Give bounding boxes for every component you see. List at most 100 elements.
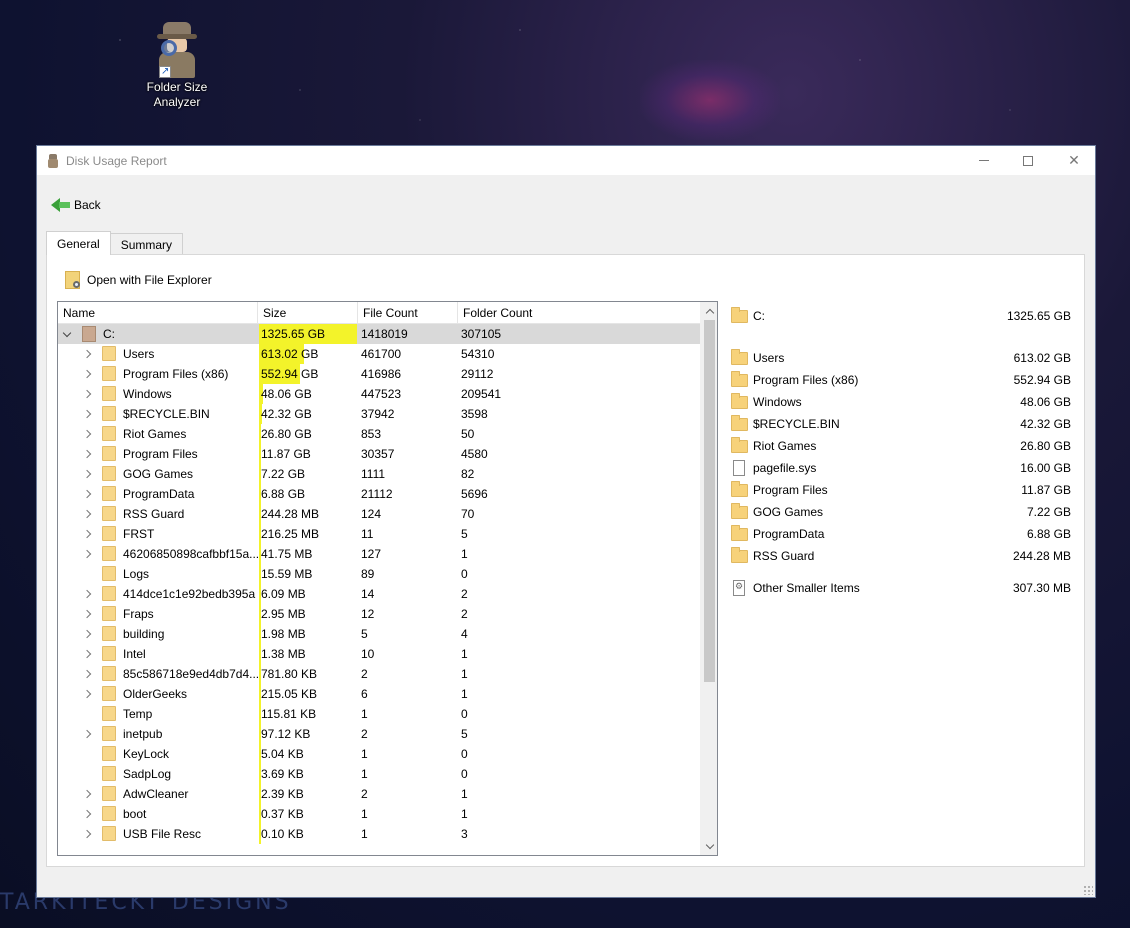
tree-cell-name: Riot Games — [58, 424, 258, 444]
chevron-right-icon[interactable] — [82, 724, 92, 744]
tree-row[interactable]: Users 613.02 GB 461700 54310 — [58, 344, 717, 364]
chevron-right-icon[interactable] — [82, 484, 92, 504]
summary-item[interactable]: Program Files 11.87 GB — [731, 479, 1071, 501]
chevron-right-icon[interactable] — [82, 544, 92, 564]
summary-item[interactable]: $RECYCLE.BIN 42.32 GB — [731, 413, 1071, 435]
minimize-button[interactable] — [961, 146, 1007, 175]
chevron-right-icon[interactable] — [82, 804, 92, 824]
tree-row[interactable]: 414dce1c1e92bedb395a 6.09 MB 14 2 — [58, 584, 717, 604]
title-bar[interactable]: Disk Usage Report ✕ — [37, 146, 1095, 175]
chevron-right-icon[interactable] — [82, 524, 92, 544]
summary-drive-row[interactable]: C: 1325.65 GB — [731, 305, 1071, 327]
chevron-right-icon[interactable] — [82, 604, 92, 624]
tree-cell-name: C: — [58, 324, 258, 344]
summary-list: C: 1325.65 GB Users 613.02 GB Program File… — [731, 305, 1071, 599]
chevron-right-icon[interactable] — [82, 504, 92, 524]
summary-item[interactable]: Riot Games 26.80 GB — [731, 435, 1071, 457]
tree-row[interactable]: OlderGeeks 215.05 KB 6 1 — [58, 684, 717, 704]
summary-item[interactable]: GOG Games 7.22 GB — [731, 501, 1071, 523]
tree-row[interactable]: Program Files (x86) 552.94 GB 416986 29112 — [58, 364, 717, 384]
scroll-down-button[interactable] — [701, 838, 717, 855]
folder-tree-view[interactable]: Name Size File Count Folder Count C: 1325… — [57, 301, 718, 856]
tree-row[interactable]: inetpub 97.12 KB 2 5 — [58, 724, 717, 744]
tree-row[interactable]: FRST 216.25 MB 11 5 — [58, 524, 717, 544]
maximize-button[interactable] — [1005, 146, 1051, 175]
close-button[interactable]: ✕ — [1051, 146, 1097, 175]
chevron-right-icon[interactable] — [82, 644, 92, 664]
folder-icon — [102, 646, 116, 661]
summary-item[interactable]: RSS Guard 244.28 MB — [731, 545, 1071, 567]
tree-item-folder-count: 1 — [461, 687, 468, 701]
tree-item-file-count: 11 — [361, 527, 374, 541]
column-header-file-count[interactable]: File Count — [358, 302, 458, 324]
chevron-right-icon[interactable] — [82, 344, 92, 364]
folder-icon — [731, 503, 748, 519]
tree-row[interactable]: AdwCleaner 2.39 KB 2 1 — [58, 784, 717, 804]
scroll-thumb[interactable] — [704, 320, 715, 682]
tree-item-folder-count: 54310 — [461, 347, 495, 361]
summary-item[interactable]: Program Files (x86) 552.94 GB — [731, 369, 1071, 391]
tree-row[interactable]: building 1.98 MB 5 4 — [58, 624, 717, 644]
detective-icon — [151, 22, 203, 79]
tree-item-file-count: 1 — [361, 807, 368, 821]
chevron-right-icon[interactable] — [82, 444, 92, 464]
summary-item[interactable]: Windows 48.06 GB — [731, 391, 1071, 413]
tree-row[interactable]: KeyLock 5.04 KB 1 0 — [58, 744, 717, 764]
scroll-up-button[interactable] — [701, 302, 717, 319]
chevron-right-icon[interactable] — [82, 424, 92, 444]
vertical-scrollbar[interactable] — [700, 302, 717, 855]
column-header-name[interactable]: Name — [58, 302, 258, 324]
tree-row[interactable]: Windows 48.06 GB 447523 209541 — [58, 384, 717, 404]
column-header-folder-count[interactable]: Folder Count — [458, 302, 703, 324]
tree-row[interactable]: RSS Guard 244.28 MB 124 70 — [58, 504, 717, 524]
chevron-right-icon[interactable] — [82, 364, 92, 384]
tree-row[interactable]: Logs 15.59 MB 89 0 — [58, 564, 717, 584]
chevron-right-icon[interactable] — [82, 624, 92, 644]
summary-item[interactable]: ProgramData 6.88 GB — [731, 523, 1071, 545]
tree-cell-size: 6.09 MB — [258, 584, 358, 604]
tree-row[interactable]: Riot Games 26.80 GB 853 50 — [58, 424, 717, 444]
tree-item-size: 42.32 GB — [261, 407, 312, 421]
tree-row[interactable]: SadpLog 3.69 KB 1 0 — [58, 764, 717, 784]
resize-grip[interactable] — [1083, 885, 1093, 895]
chevron-down-icon[interactable] — [62, 324, 72, 344]
folder-icon — [731, 415, 748, 431]
chevron-right-icon[interactable] — [82, 664, 92, 684]
chevron-right-icon[interactable] — [82, 584, 92, 604]
back-button[interactable]: Back — [51, 195, 101, 215]
tree-row[interactable]: ProgramData 6.88 GB 21112 5696 — [58, 484, 717, 504]
tree-row[interactable]: Fraps 2.95 MB 12 2 — [58, 604, 717, 624]
folder-icon — [102, 446, 116, 461]
chevron-right-icon[interactable] — [82, 684, 92, 704]
summary-other-row[interactable]: Other Smaller Items 307.30 MB — [731, 577, 1071, 599]
tree-row[interactable]: GOG Games 7.22 GB 1111 82 — [58, 464, 717, 484]
tree-row[interactable]: Program Files 11.87 GB 30357 4580 — [58, 444, 717, 464]
chevron-right-icon[interactable] — [82, 464, 92, 484]
summary-item[interactable]: Users 613.02 GB — [731, 347, 1071, 369]
tree-row[interactable]: Temp 115.81 KB 1 0 — [58, 704, 717, 724]
summary-item-size: 16.00 GB — [1020, 461, 1071, 475]
folder-icon — [102, 686, 116, 701]
chevron-right-icon[interactable] — [82, 824, 92, 844]
chevron-right-icon[interactable] — [82, 784, 92, 804]
tree-row[interactable]: 46206850898cafbbf15a... 41.75 MB 127 1 — [58, 544, 717, 564]
tree-row[interactable]: $RECYCLE.BIN 42.32 GB 37942 3598 — [58, 404, 717, 424]
summary-item[interactable]: pagefile.sys 16.00 GB — [731, 457, 1071, 479]
folder-icon — [731, 393, 748, 409]
chevron-right-icon[interactable] — [82, 404, 92, 424]
desktop-shortcut-folder-size-analyzer[interactable]: Folder Size Analyzer — [140, 22, 214, 110]
tree-item-size: 6.09 MB — [261, 587, 306, 601]
tab-summary[interactable]: Summary — [109, 233, 184, 255]
tree-cell-name: $RECYCLE.BIN — [58, 404, 258, 424]
tree-row[interactable]: C: 1325.65 GB 1418019 307105 — [58, 324, 717, 344]
column-header-size[interactable]: Size — [258, 302, 358, 324]
tree-row[interactable]: Intel 1.38 MB 10 1 — [58, 644, 717, 664]
tree-row[interactable]: 85c586718e9ed4db7d4... 781.80 KB 2 1 — [58, 664, 717, 684]
tree-row[interactable]: boot 0.37 KB 1 1 — [58, 804, 717, 824]
tab-general[interactable]: General — [46, 231, 111, 255]
tree-item-folder-count: 2 — [461, 607, 468, 621]
open-with-file-explorer-button[interactable]: Open with File Explorer — [65, 268, 212, 292]
tree-row[interactable]: USB File Resc 0.10 KB 1 3 — [58, 824, 717, 844]
tree-item-folder-count: 3 — [461, 827, 468, 841]
chevron-right-icon[interactable] — [82, 384, 92, 404]
